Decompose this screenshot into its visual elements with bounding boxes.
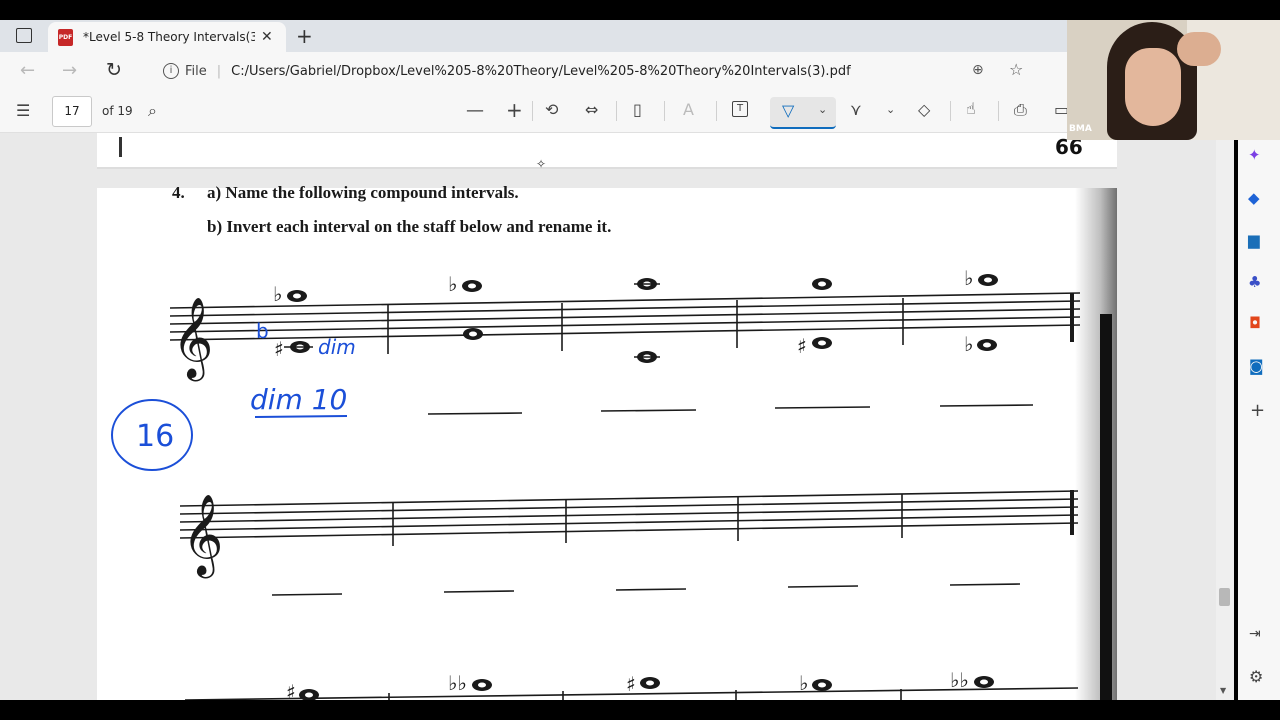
new-tab-button[interactable]: +	[296, 24, 313, 48]
file-scheme-label: File	[185, 63, 207, 79]
accidental-double-flat: ♭♭	[448, 671, 467, 695]
toolbar-divider	[616, 101, 617, 121]
tools-icon[interactable]: ▆	[1248, 231, 1260, 249]
back-icon[interactable]: ←	[20, 60, 35, 81]
toolbar-divider	[716, 101, 717, 121]
info-icon[interactable]: i	[163, 63, 179, 79]
games-icon[interactable]: ♣	[1248, 273, 1261, 291]
favorite-icon[interactable]: ☆	[1009, 60, 1023, 79]
accidental-flat: ♭	[448, 272, 457, 296]
print-icon[interactable]: ⎙	[1014, 100, 1027, 120]
accidental-flat: ♭	[964, 332, 973, 356]
page-number-input[interactable]: 17	[52, 96, 92, 127]
draw-icon: ▽	[782, 101, 795, 120]
treble-clef-2: 𝄞	[182, 493, 223, 578]
video-person-hand	[1177, 32, 1221, 66]
eraser-icon[interactable]: ◇	[918, 100, 930, 119]
copilot-icon[interactable]: ✦	[1248, 146, 1261, 164]
accidental-sharp: ♯	[626, 672, 636, 696]
treble-clef-1: 𝄞	[172, 296, 213, 381]
accidental-flat: ♭	[273, 282, 282, 306]
page-view-icon[interactable]: ▯	[633, 100, 642, 119]
staff-2	[179, 490, 1079, 546]
close-tab-icon[interactable]: ✕	[261, 29, 273, 45]
accidental-double-flat: ♭♭	[950, 668, 969, 692]
pdf-viewer[interactable]: 66 4. a) Name the following compound int…	[0, 133, 1216, 700]
vertical-scrollbar[interactable]	[1216, 140, 1234, 700]
draw-tool-button[interactable]: ▽ ⌄	[770, 97, 836, 129]
accidental-flat: ♭	[799, 671, 808, 695]
pdf-file-icon: PDF	[58, 28, 73, 46]
page-total-label: of 19	[102, 104, 133, 118]
notes-staff-1	[287, 274, 998, 363]
shopping-icon[interactable]: ◆	[1248, 189, 1260, 207]
settings-icon[interactable]: ⚙	[1249, 667, 1263, 686]
music-notation: 𝄞 ♭ ♯ ♭ ♯ ♭ ♭ 16 dim 10 dim b 𝄞 ♯ ♭♭ ♯ ♭…	[111, 157, 1081, 700]
top-letterbox	[0, 0, 1280, 20]
chevron-down-icon[interactable]: ⌄	[886, 103, 895, 116]
touch-icon[interactable]: ☝	[966, 99, 976, 118]
toolbar-divider	[532, 101, 533, 121]
toolbar-divider	[664, 101, 665, 121]
accidental-flat: ♭	[964, 266, 973, 290]
highlight-icon[interactable]: ⋎	[850, 100, 862, 119]
refresh-icon[interactable]: ↻	[106, 59, 122, 81]
zoom-icon[interactable]: ⊕	[972, 62, 984, 78]
handwritten-annotation: dim	[318, 335, 356, 359]
accidental-sharp: ♯	[274, 337, 284, 361]
table-of-contents-icon[interactable]: ☰	[16, 101, 30, 120]
hide-sidebar-icon[interactable]: ⇥	[1249, 626, 1261, 642]
url-separator: |	[216, 63, 222, 79]
read-aloud-icon[interactable]: A	[683, 100, 694, 119]
zoom-out-icon[interactable]: —	[466, 100, 484, 121]
webcam-video	[1067, 20, 1280, 140]
tab-title: *Level 5-8 Theory Intervals(3).pd	[83, 30, 255, 44]
outlook-icon[interactable]: ◙	[1249, 357, 1264, 375]
participant-label: BMA	[1069, 124, 1092, 134]
scroll-down-arrow[interactable]: ▼	[1220, 686, 1226, 695]
accidental-sharp: ♯	[797, 334, 807, 358]
rotate-icon[interactable]: ⟲	[545, 100, 558, 119]
scrollbar-thumb[interactable]	[1219, 588, 1230, 606]
handwritten-flat: b	[256, 319, 269, 343]
url-text: C:/Users/Gabriel/Dropbox/Level%205-8%20T…	[231, 63, 851, 79]
toolbar-divider	[950, 101, 951, 121]
search-icon[interactable]: ⌕	[148, 101, 157, 121]
handwritten-answer: dim 10	[250, 383, 347, 416]
forward-icon[interactable]: →	[62, 60, 77, 81]
video-person-face	[1125, 48, 1181, 126]
cursor-crosshair-icon: ✧	[536, 157, 546, 171]
fit-width-icon[interactable]: ⇔	[585, 100, 598, 119]
bottom-letterbox	[0, 700, 1280, 720]
add-sidebar-app-icon[interactable]: +	[1250, 400, 1265, 421]
tab-actions-icon[interactable]	[16, 28, 32, 43]
accidental-sharp: ♯	[286, 680, 296, 700]
tab-pdf-document[interactable]: PDF *Level 5-8 Theory Intervals(3).pd ✕	[48, 22, 286, 52]
toolbar-divider	[998, 101, 999, 121]
chevron-down-icon[interactable]: ⌄	[818, 103, 827, 116]
zoom-in-icon[interactable]: +	[506, 98, 523, 122]
office-icon[interactable]: ◘	[1249, 314, 1261, 332]
url-field[interactable]: i File | C:/Users/Gabriel/Dropbox/Level%…	[145, 57, 1065, 85]
circled-number: 16	[136, 419, 174, 454]
add-text-icon[interactable]: T	[732, 101, 748, 117]
